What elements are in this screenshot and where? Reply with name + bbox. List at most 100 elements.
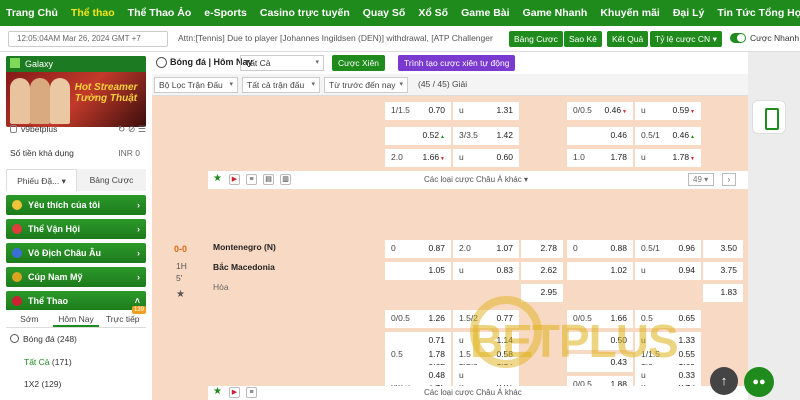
more-bets-link[interactable]: Các loại cược Châu Á khác ▾ [424, 175, 528, 184]
tab-bet-slip[interactable]: Phiếu Đặ... ▾ [6, 169, 77, 191]
chevron-down-icon: ▾ [315, 59, 319, 66]
odds-cell[interactable]: 1.05 [385, 262, 451, 280]
market-select[interactable]: Tất Cả ▾ [240, 55, 324, 71]
market-select-value: Tất Cả [245, 58, 271, 68]
list-icon[interactable]: ≡ [246, 387, 257, 398]
handicap: 0.5 [391, 349, 403, 359]
results-button[interactable]: Kết Quả [607, 31, 649, 47]
betting-board-button[interactable]: Bảng Cược [509, 31, 563, 47]
odds-cell[interactable]: 3.50 [703, 240, 743, 258]
nav-virtual-sports[interactable]: Thể Thao Ảo [128, 7, 192, 19]
play-icon[interactable]: ▶ [229, 174, 240, 185]
quick-bet-toggle[interactable]: Cược Nhanh [730, 33, 799, 43]
odds-cell[interactable]: 1.02 [567, 262, 633, 280]
statement-button[interactable]: Sao Kê [564, 31, 602, 47]
category-copa[interactable]: Cúp Nam Mỹ › [6, 267, 146, 287]
nav-news[interactable]: Tin Tức Tổng Hợp [717, 7, 800, 19]
refresh-icon[interactable]: ↻ [118, 124, 126, 134]
odds-value: 0.60 [496, 152, 513, 162]
odds-cell[interactable]: u 0.59▼ [635, 102, 701, 120]
odds-cell[interactable]: 0 0.88 [567, 240, 633, 258]
all-matches-select[interactable]: Tất cả trận đấu ▾ [242, 77, 320, 93]
nav-fast-games[interactable]: Game Nhanh [523, 7, 588, 19]
auto-parlay-button[interactable]: Trình tạo cược xiên tự động [398, 55, 516, 71]
stats-icon[interactable]: ▥ [280, 174, 291, 185]
odds-cell[interactable]: 0.5/1 0.96 [635, 240, 701, 258]
category-euro[interactable]: Vô Địch Châu Âu › [6, 243, 146, 263]
filter-all[interactable]: Tất Cả (171) [24, 357, 72, 367]
tab-early[interactable]: Sớm [6, 310, 53, 327]
odds-cell[interactable]: 2.0 1.07 [453, 240, 519, 258]
news-ticker[interactable]: Attn:[Tennis] Due to player [Johannes In… [178, 33, 500, 43]
play-icon[interactable]: ▶ [229, 387, 240, 398]
odds-value: 1.78 [610, 152, 627, 162]
odds-cell[interactable]: 3.75 [703, 262, 743, 280]
table-icon[interactable]: ▤ [263, 174, 274, 185]
list-icon[interactable]: ≡ [246, 174, 257, 185]
odds-value: 1.66▼ [422, 152, 446, 162]
odds-value: 0.46 [610, 130, 627, 140]
odds-cell[interactable]: u 0.33 [635, 367, 701, 385]
category-olympics[interactable]: Thể Vận Hội › [6, 219, 146, 239]
odds-cell[interactable]: 1/1.5 0.70 [385, 102, 451, 120]
scroll-top-icon[interactable]: ↑ [710, 367, 738, 395]
star-icon[interactable]: ★ [212, 387, 223, 398]
filter-1x2[interactable]: 1X2 (129) [24, 379, 61, 389]
odds-cell[interactable]: u [453, 367, 519, 385]
nav-promotions[interactable]: Khuyến mãi [600, 7, 660, 19]
odds-cell[interactable]: 1.83 [703, 284, 743, 302]
parlay-button[interactable]: Cược Xiên [332, 55, 386, 71]
star-icon[interactable]: ★ [212, 174, 223, 185]
tab-today[interactable]: Hôm Nay [52, 310, 100, 327]
streamer-banner[interactable]: Galaxy Hot Streamer Tường Thuật [6, 56, 146, 127]
time-range-select[interactable]: Từ trước đến nay ▾ [324, 77, 408, 93]
match-filter-select[interactable]: Bộ Lọc Trận Đấu ▾ [154, 77, 238, 93]
odds-cell[interactable]: 0 0.87 [385, 240, 451, 258]
star-icon[interactable]: ★ [176, 289, 185, 300]
sport-soccer[interactable]: Bóng đá (248) [10, 334, 77, 344]
odds-type-button[interactable]: Tỷ lệ cược CN ▾ [650, 31, 722, 47]
odds-cell[interactable]: 0/0.5 1.26 [385, 310, 451, 328]
odds-cell[interactable]: u 0.83 [453, 262, 519, 280]
category-favorites[interactable]: Yêu thích của tôi › [6, 195, 146, 215]
toggle-switch[interactable] [730, 33, 746, 43]
odds-cell[interactable]: 1.0 1.78 [567, 149, 633, 167]
odds-cell[interactable]: 2.62 [521, 262, 563, 280]
link-icon[interactable]: ⊘ [128, 124, 136, 134]
odds-cell[interactable]: u 0.60 [453, 149, 519, 167]
nav-sports[interactable]: Thể thao [71, 7, 115, 19]
category-sports[interactable]: Thể Thao ˄ [6, 291, 146, 311]
mobile-app-icon[interactable] [752, 100, 786, 134]
odds-cell[interactable]: 0.52▲ [385, 127, 451, 145]
nav-agent[interactable]: Đại Lý [673, 7, 705, 19]
menu-icon[interactable]: ☰ [138, 124, 146, 134]
odds-cell[interactable]: u 1.31 [453, 102, 519, 120]
odds-cell[interactable]: 0.5 1.78 [385, 346, 451, 364]
odds-cell[interactable]: 0/0.5 0.46▼ [567, 102, 633, 120]
odds-cell[interactable]: 3/3.5 1.42 [453, 127, 519, 145]
next-button[interactable]: › [722, 173, 736, 186]
odds-cell[interactable]: 0.5/1 0.46▲ [635, 127, 701, 145]
odds-cell[interactable]: 0.48 [385, 367, 451, 385]
tab-betting-board[interactable]: Bảng Cược [77, 169, 146, 191]
nav-esports[interactable]: e-Sports [204, 7, 247, 19]
odds-cell[interactable]: 2.0 1.66▼ [385, 149, 451, 167]
handicap: u [459, 152, 464, 162]
odds-cell[interactable]: u 0.94 [635, 262, 701, 280]
more-bets-link[interactable]: Các loại cược Châu Á khác [424, 388, 522, 397]
nav-card-games[interactable]: Game Bài [461, 7, 509, 19]
odds-value: 0.83 [496, 265, 513, 275]
odds-cell[interactable]: 2.78 [521, 240, 563, 258]
market-count[interactable]: 49 ▾ [688, 173, 714, 186]
chat-icon[interactable]: ●● [744, 367, 774, 397]
odds-cell[interactable]: u 1.78▼ [635, 149, 701, 167]
nav-lottery-draw[interactable]: Quay Số [363, 7, 406, 19]
tab-live[interactable]: Trực tiếp 139 [99, 306, 147, 327]
nav-lottery[interactable]: Xổ Số [418, 7, 448, 19]
nav-casino[interactable]: Casino trực tuyến [260, 7, 350, 19]
odds-cell[interactable]: 2.95 [521, 284, 563, 302]
bet-slip-tabs: Phiếu Đặ... ▾ Bảng Cược [6, 169, 146, 191]
filter-bar: Bộ Lọc Trận Đấu ▾ Tất cả trận đấu ▾ Từ trư… [152, 74, 748, 96]
nav-home[interactable]: Trang Chủ [6, 7, 58, 19]
odds-cell[interactable]: 0.46 [567, 127, 633, 145]
